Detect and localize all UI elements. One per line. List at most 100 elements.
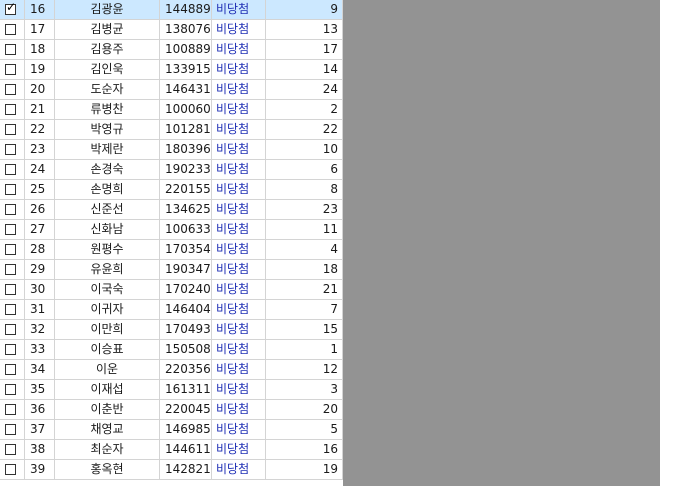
row-checkbox-cell[interactable] [0,80,25,99]
checkbox-unchecked[interactable] [5,424,16,435]
name-cell: 이승표 [55,340,160,359]
count-cell: 22 [266,120,343,139]
checkbox-unchecked[interactable] [5,144,16,155]
row-number-cell: 30 [25,280,55,299]
checkbox-checked[interactable]: ✓ [5,0,16,15]
code-cell: 133915 [160,60,212,79]
row-checkbox-cell[interactable] [0,100,25,119]
checkbox-unchecked[interactable] [5,224,16,235]
checkbox-unchecked[interactable] [5,204,16,215]
checkbox-unchecked[interactable] [5,444,16,455]
checkbox-unchecked[interactable] [5,164,16,175]
table-row[interactable]: 36 이춘반 220045 비당첨 20 [0,400,343,420]
count-cell: 16 [266,440,343,459]
checkbox-unchecked[interactable] [5,64,16,75]
status-cell: 비당첨 [212,460,266,479]
status-cell: 비당첨 [212,240,266,259]
code-cell: 144889 [160,0,212,19]
row-checkbox-cell[interactable] [0,460,25,479]
table-row[interactable]: 19 김인욱 133915 비당첨 14 [0,60,343,80]
checkbox-unchecked[interactable] [5,344,16,355]
table-row[interactable]: 17 김병균 138076 비당첨 13 [0,20,343,40]
checkbox-unchecked[interactable] [5,104,16,115]
table-row[interactable]: 27 신화남 100633 비당첨 11 [0,220,343,240]
checkbox-unchecked[interactable] [5,24,16,35]
row-checkbox-cell[interactable] [0,320,25,339]
row-number-cell: 33 [25,340,55,359]
table-row[interactable]: ✓ 16 김광윤 144889 비당첨 9 [0,0,343,20]
row-checkbox-cell[interactable] [0,420,25,439]
checkbox-unchecked[interactable] [5,244,16,255]
row-checkbox-cell[interactable] [0,40,25,59]
table-row[interactable]: 35 이재섭 161311 비당첨 3 [0,380,343,400]
table-row[interactable]: 28 원평수 170354 비당첨 4 [0,240,343,260]
row-checkbox-cell[interactable] [0,260,25,279]
row-checkbox-cell[interactable] [0,20,25,39]
row-number-cell: 36 [25,400,55,419]
checkbox-unchecked[interactable] [5,124,16,135]
checkbox-unchecked[interactable] [5,304,16,315]
table-row[interactable]: 18 김용주 100889 비당첨 17 [0,40,343,60]
table-row[interactable]: 31 이귀자 146404 비당첨 7 [0,300,343,320]
table-row[interactable]: 25 손명희 220155 비당첨 8 [0,180,343,200]
table-row[interactable]: 37 채영교 146985 비당첨 5 [0,420,343,440]
row-checkbox-cell[interactable] [0,360,25,379]
row-checkbox-cell[interactable] [0,340,25,359]
table-row[interactable]: 24 손경숙 190233 비당첨 6 [0,160,343,180]
row-checkbox-cell[interactable] [0,160,25,179]
row-checkbox-cell[interactable]: ✓ [0,0,25,19]
table-row[interactable]: 29 유윤희 190347 비당첨 18 [0,260,343,280]
table-row[interactable]: 20 도순자 146431 비당첨 24 [0,80,343,100]
row-checkbox-cell[interactable] [0,440,25,459]
table-row[interactable]: 30 이국숙 170240 비당첨 21 [0,280,343,300]
table-row[interactable]: 21 류병찬 100060 비당첨 2 [0,100,343,120]
checkbox-unchecked[interactable] [5,84,16,95]
checkbox-unchecked[interactable] [5,184,16,195]
checkbox-unchecked[interactable] [5,384,16,395]
table-row[interactable]: 33 이승표 150508 비당첨 1 [0,340,343,360]
row-number-cell: 20 [25,80,55,99]
checkbox-unchecked[interactable] [5,404,16,415]
code-cell: 161311 [160,380,212,399]
name-cell: 이운 [55,360,160,379]
row-checkbox-cell[interactable] [0,300,25,319]
row-checkbox-cell[interactable] [0,200,25,219]
row-checkbox-cell[interactable] [0,240,25,259]
row-number-cell: 23 [25,140,55,159]
row-checkbox-cell[interactable] [0,220,25,239]
name-cell: 이국숙 [55,280,160,299]
checkbox-unchecked[interactable] [5,464,16,475]
checkbox-unchecked[interactable] [5,364,16,375]
name-cell: 이귀자 [55,300,160,319]
table-row[interactable]: 38 최순자 144611 비당첨 16 [0,440,343,460]
row-checkbox-cell[interactable] [0,280,25,299]
row-checkbox-cell[interactable] [0,380,25,399]
name-cell: 김광윤 [55,0,160,19]
row-checkbox-cell[interactable] [0,140,25,159]
table-row[interactable]: 39 홍옥현 142821 비당첨 19 [0,460,343,480]
count-cell: 13 [266,20,343,39]
table-row[interactable]: 34 이운 220356 비당첨 12 [0,360,343,380]
table-row[interactable]: 22 박영규 101281 비당첨 22 [0,120,343,140]
results-grid[interactable]: ✓ 16 김광윤 144889 비당첨 9 17 김병균 138076 비당첨 13 18 김용주 100… [0,0,343,486]
row-checkbox-cell[interactable] [0,180,25,199]
checkbox-unchecked[interactable] [5,324,16,335]
checkbox-unchecked[interactable] [5,284,16,295]
code-cell: 220356 [160,360,212,379]
code-cell: 100060 [160,100,212,119]
table-row[interactable]: 26 신준선 134625 비당첨 23 [0,200,343,220]
status-cell: 비당첨 [212,400,266,419]
status-cell: 비당첨 [212,40,266,59]
row-number-cell: 31 [25,300,55,319]
count-cell: 4 [266,240,343,259]
table-row[interactable]: 32 이만희 170493 비당첨 15 [0,320,343,340]
name-cell: 김인욱 [55,60,160,79]
row-checkbox-cell[interactable] [0,400,25,419]
name-cell: 원평수 [55,240,160,259]
checkbox-unchecked[interactable] [5,44,16,55]
row-checkbox-cell[interactable] [0,60,25,79]
row-checkbox-cell[interactable] [0,120,25,139]
table-row[interactable]: 23 박제란 180396 비당첨 10 [0,140,343,160]
row-number-cell: 17 [25,20,55,39]
checkbox-unchecked[interactable] [5,264,16,275]
